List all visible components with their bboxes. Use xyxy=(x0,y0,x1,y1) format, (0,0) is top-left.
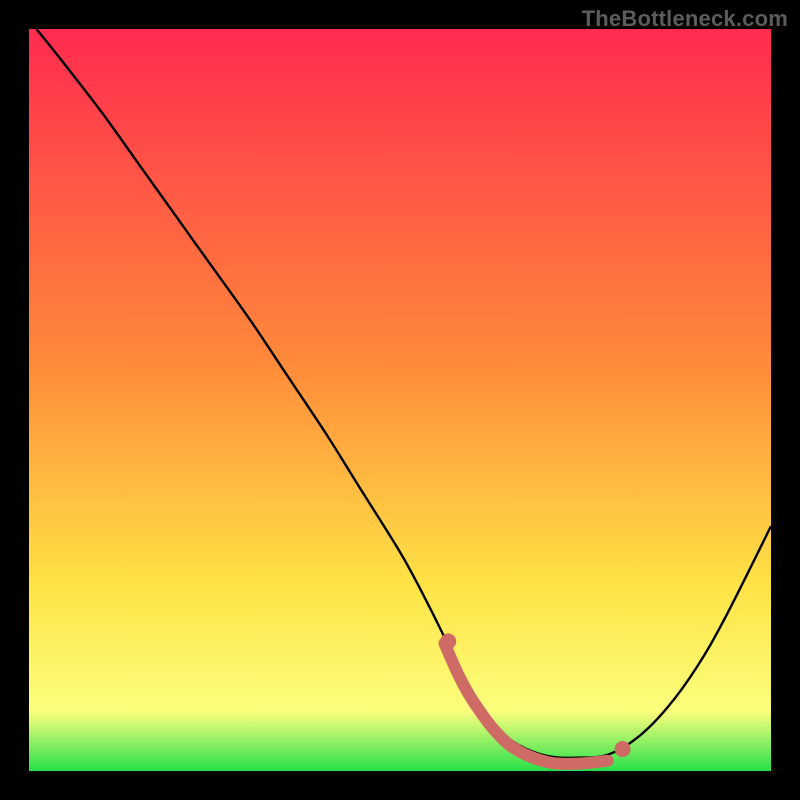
accent-dot-right xyxy=(615,741,631,757)
chart-frame: TheBottleneck.com xyxy=(0,0,800,800)
accent-dot-left xyxy=(440,633,456,649)
gradient-background xyxy=(29,29,771,771)
plot-area xyxy=(29,29,771,771)
bottleneck-curve-svg xyxy=(29,29,771,771)
